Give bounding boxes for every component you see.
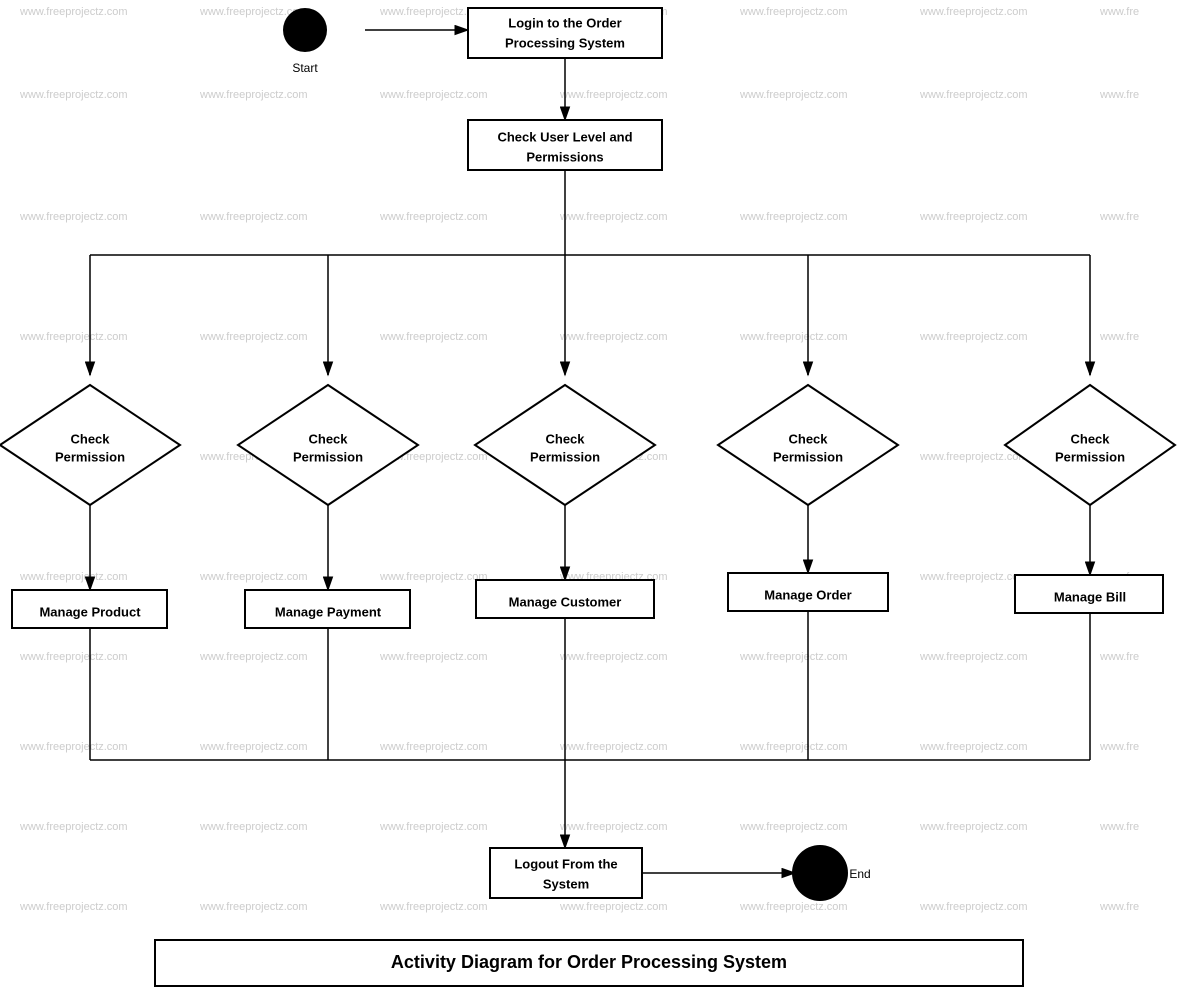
manage-order-label: Manage Order bbox=[764, 587, 851, 602]
login-label-line1: Login to the Order bbox=[508, 15, 621, 30]
diamond3-line1: Check bbox=[545, 431, 585, 446]
svg-text:www.freeprojectz.com: www.freeprojectz.com bbox=[739, 6, 848, 18]
svg-text:www.freeprojectz.com: www.freeprojectz.com bbox=[379, 741, 488, 753]
svg-text:www.freeprojectz.com: www.freeprojectz.com bbox=[199, 741, 308, 753]
svg-text:www.freeprojectz.com: www.freeprojectz.com bbox=[919, 89, 1028, 101]
svg-text:www.freeprojectz.com: www.freeprojectz.com bbox=[919, 451, 1028, 463]
diamond4-line2: Permission bbox=[773, 449, 843, 464]
diamond5-line2: Permission bbox=[1055, 449, 1125, 464]
manage-product-label: Manage Product bbox=[39, 604, 141, 619]
svg-text:www.freeprojectz.com: www.freeprojectz.com bbox=[559, 89, 668, 101]
svg-text:www.freeprojectz.com: www.freeprojectz.com bbox=[19, 821, 128, 833]
diamond1-line2: Permission bbox=[55, 449, 125, 464]
svg-text:www.freeprojectz.com: www.freeprojectz.com bbox=[739, 331, 848, 343]
svg-text:www.fre: www.fre bbox=[1099, 651, 1139, 663]
svg-text:www.fre: www.fre bbox=[1099, 331, 1139, 343]
svg-text:www.freeprojectz.com: www.freeprojectz.com bbox=[379, 571, 488, 583]
diamond2-line2: Permission bbox=[293, 449, 363, 464]
svg-text:www.fre: www.fre bbox=[1099, 741, 1139, 753]
svg-text:www.freeprojectz.com: www.freeprojectz.com bbox=[379, 211, 488, 223]
logout-line1: Logout From the bbox=[514, 856, 617, 871]
start-label: Start bbox=[292, 61, 318, 75]
svg-text:www.freeprojectz.com: www.freeprojectz.com bbox=[19, 89, 128, 101]
svg-text:www.freeprojectz.com: www.freeprojectz.com bbox=[739, 89, 848, 101]
svg-text:www.freeprojectz.com: www.freeprojectz.com bbox=[919, 741, 1028, 753]
svg-text:www.freeprojectz.com: www.freeprojectz.com bbox=[559, 211, 668, 223]
svg-text:www.freeprojectz.com: www.freeprojectz.com bbox=[919, 331, 1028, 343]
svg-text:www.fre: www.fre bbox=[1099, 211, 1139, 223]
svg-text:www.freeprojectz.com: www.freeprojectz.com bbox=[739, 901, 848, 913]
logout-line2: System bbox=[543, 876, 589, 891]
svg-text:www.freeprojectz.com: www.freeprojectz.com bbox=[919, 651, 1028, 663]
manage-bill-label: Manage Bill bbox=[1054, 589, 1126, 604]
svg-text:www.freeprojectz.com: www.freeprojectz.com bbox=[199, 89, 308, 101]
svg-text:www.freeprojectz.com: www.freeprojectz.com bbox=[559, 741, 668, 753]
svg-text:www.freeprojectz.com: www.freeprojectz.com bbox=[739, 211, 848, 223]
svg-text:www.freeprojectz.com: www.freeprojectz.com bbox=[379, 651, 488, 663]
svg-text:www.freeprojectz.com: www.freeprojectz.com bbox=[19, 651, 128, 663]
diamond1-line1: Check bbox=[70, 431, 110, 446]
svg-text:www.fre: www.fre bbox=[1099, 901, 1139, 913]
svg-text:www.freeprojectz.com: www.freeprojectz.com bbox=[559, 651, 668, 663]
svg-text:www.freeprojectz.com: www.freeprojectz.com bbox=[739, 651, 848, 663]
diagram-container: www.freeprojectz.com www.freeprojectz.co… bbox=[0, 0, 1178, 994]
svg-text:www.freeprojectz.com: www.freeprojectz.com bbox=[919, 571, 1028, 583]
svg-text:www.freeprojectz.com: www.freeprojectz.com bbox=[19, 211, 128, 223]
svg-text:www.freeprojectz.com: www.freeprojectz.com bbox=[199, 821, 308, 833]
svg-text:www.freeprojectz.com: www.freeprojectz.com bbox=[379, 89, 488, 101]
svg-text:www.freeprojectz.com: www.freeprojectz.com bbox=[199, 211, 308, 223]
svg-text:www.fre: www.fre bbox=[1099, 821, 1139, 833]
svg-text:www.freeprojectz.com: www.freeprojectz.com bbox=[199, 571, 308, 583]
start-circle bbox=[283, 8, 327, 52]
svg-text:www.freeprojectz.com: www.freeprojectz.com bbox=[379, 901, 488, 913]
svg-text:www.freeprojectz.com: www.freeprojectz.com bbox=[739, 741, 848, 753]
manage-customer-label: Manage Customer bbox=[509, 594, 622, 609]
svg-text:www.freeprojectz.com: www.freeprojectz.com bbox=[919, 821, 1028, 833]
svg-text:www.freeprojectz.com: www.freeprojectz.com bbox=[559, 821, 668, 833]
diamond3-line2: Permission bbox=[530, 449, 600, 464]
svg-text:www.freeprojectz.com: www.freeprojectz.com bbox=[199, 901, 308, 913]
check-user-level-line1: Check User Level and bbox=[497, 129, 632, 144]
svg-text:www.freeprojectz.com: www.freeprojectz.com bbox=[739, 821, 848, 833]
svg-text:www.freeprojectz.com: www.freeprojectz.com bbox=[199, 331, 308, 343]
svg-text:www.freeprojectz.com: www.freeprojectz.com bbox=[559, 901, 668, 913]
svg-text:www.freeprojectz.com: www.freeprojectz.com bbox=[919, 211, 1028, 223]
svg-text:www.freeprojectz.com: www.freeprojectz.com bbox=[19, 901, 128, 913]
end-circle bbox=[792, 845, 848, 901]
svg-text:www.freeprojectz.com: www.freeprojectz.com bbox=[919, 6, 1028, 18]
svg-text:www.freeprojectz.com: www.freeprojectz.com bbox=[379, 331, 488, 343]
svg-text:www.freeprojectz.com: www.freeprojectz.com bbox=[19, 741, 128, 753]
end-label: End bbox=[849, 867, 870, 881]
svg-text:www.freeprojectz.com: www.freeprojectz.com bbox=[19, 571, 128, 583]
diamond2-line1: Check bbox=[308, 431, 348, 446]
svg-text:www.freeprojectz.com: www.freeprojectz.com bbox=[19, 331, 128, 343]
svg-text:www.freeprojectz.com: www.freeprojectz.com bbox=[919, 901, 1028, 913]
svg-text:www.freeprojectz.com: www.freeprojectz.com bbox=[379, 821, 488, 833]
svg-text:www.freeprojectz.com: www.freeprojectz.com bbox=[559, 331, 668, 343]
svg-text:www.freeprojectz.com: www.freeprojectz.com bbox=[19, 6, 128, 18]
svg-text:www.fre: www.fre bbox=[1099, 89, 1139, 101]
diagram-title: Activity Diagram for Order Processing Sy… bbox=[391, 952, 787, 972]
diamond5-line1: Check bbox=[1070, 431, 1110, 446]
check-user-level-line2: Permissions bbox=[526, 149, 603, 164]
diamond4-line1: Check bbox=[788, 431, 828, 446]
svg-text:www.fre: www.fre bbox=[1099, 6, 1139, 18]
login-label-line2: Processing System bbox=[505, 35, 625, 50]
svg-text:www.freeprojectz.com: www.freeprojectz.com bbox=[199, 651, 308, 663]
manage-payment-label: Manage Payment bbox=[275, 604, 382, 619]
